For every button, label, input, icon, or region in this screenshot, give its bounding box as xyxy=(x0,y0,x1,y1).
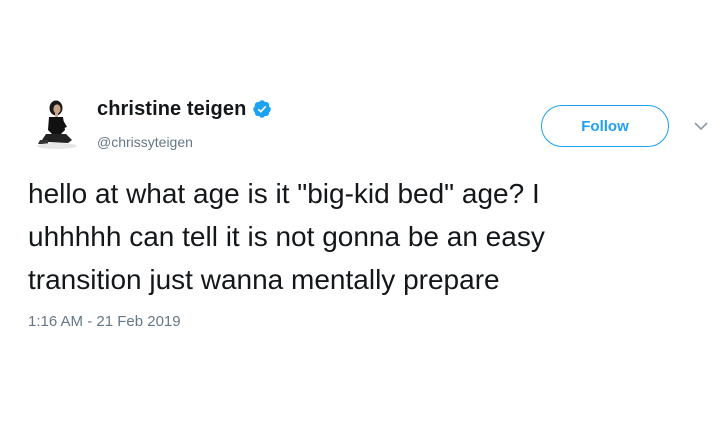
chevron-down-icon[interactable] xyxy=(693,118,709,134)
tweet-text-line: hello at what age is it "big-kid bed" ag… xyxy=(28,178,540,209)
follow-button[interactable]: Follow xyxy=(541,105,669,147)
user-handle[interactable]: @chrissyteigen xyxy=(97,134,193,150)
tweet-text-line: transition just wanna mentally prepare xyxy=(28,264,500,295)
tweet-text: hello at what age is it "big-kid bed" ag… xyxy=(28,172,698,301)
profile-photo xyxy=(28,96,86,154)
tweet-card: christine teigen @chrissyteigen Follow h… xyxy=(0,0,720,433)
display-name[interactable]: christine teigen xyxy=(97,98,246,121)
tweet-text-line: uhhhhh can tell it is not gonna be an ea… xyxy=(28,221,545,252)
avatar[interactable] xyxy=(28,96,86,154)
tweet-timestamp[interactable]: 1:16 AM - 21 Feb 2019 xyxy=(28,313,181,330)
verified-badge-icon xyxy=(253,100,272,118)
name-row: christine teigen xyxy=(97,96,272,122)
